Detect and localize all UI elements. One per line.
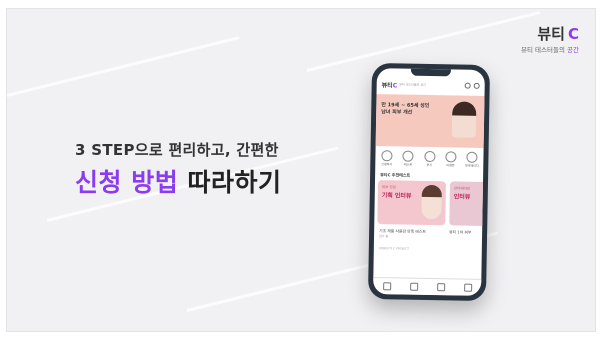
app-logo: 뷰티C — [381, 81, 398, 89]
brand-logo-c: C — [567, 25, 579, 43]
recommend-card-2[interactable]: 안티에이징 인터뷰 — [449, 181, 485, 227]
recommend-card-1[interactable]: 피부 진정 기획 인터뷰 — [377, 180, 447, 226]
step-4[interactable]: 이벤트 — [442, 151, 459, 167]
step-5[interactable]: 마이페이지 — [463, 151, 480, 168]
profile-icon[interactable] — [463, 283, 472, 292]
headline-line1: 3 STEP으로 편리하고, 간편한 — [75, 141, 279, 159]
ticker-text: VOBEUTI C PROJECT — [378, 246, 410, 251]
brand-tagline-accent: 공간 — [567, 46, 579, 54]
recommend-cards: 피부 진정 기획 인터뷰 안티에이징 인터뷰 — [377, 180, 485, 227]
section-title: 뷰티C 추천테스트 — [380, 172, 411, 178]
menu-icon[interactable] — [473, 82, 480, 89]
step-1[interactable]: 신청하기 — [378, 150, 395, 166]
brand-logo: 뷰티 C 뷰티 테스터들의 공간 — [521, 25, 579, 54]
home-icon[interactable] — [382, 282, 391, 291]
headline-rest: 따라하기 — [187, 168, 282, 197]
brand-logo-text: 뷰티 — [537, 25, 565, 43]
promo-slide: 뷰티 C 뷰티 테스터들의 공간 3 STEP으로 편리하고, 간편한 신청 방법… — [6, 8, 596, 332]
headline-line2: 신청 방법 따라하기 — [75, 163, 281, 199]
brand-tagline: 뷰티 테스터들의 — [521, 46, 565, 54]
banner-model-image — [451, 101, 477, 138]
phone-notch — [410, 68, 451, 77]
phone-screen: 뷰티C 뷰티 테스터들의 공간 만 19세 ~ 65세 성인남녀 피부 개선 신… — [373, 68, 485, 296]
app-topbar: 뷰티C 뷰티 테스터들의 공간 — [377, 76, 485, 94]
headline-accent: 신청 방법 — [75, 168, 179, 197]
step-2[interactable]: 테스트 — [400, 150, 417, 167]
app-banner[interactable]: 만 19세 ~ 65세 성인남녀 피부 개선 — [375, 94, 485, 148]
app-tagline: 뷰티 테스터들의 공간 — [399, 82, 426, 87]
banner-text: 만 19세 ~ 65세 성인남녀 피부 개선 — [381, 102, 430, 116]
app-steps: 신청하기 테스트 후기 이벤트 마이페이지 — [378, 150, 480, 168]
app-tabbar — [373, 277, 482, 296]
search-tab-icon[interactable] — [409, 282, 418, 291]
card2-caption: 뷰티 1차 피부 — [449, 229, 472, 235]
step-3[interactable]: 후기 — [421, 150, 438, 167]
card-status: 접수 중 — [379, 234, 389, 239]
phone-mockup: 뷰티C 뷰티 테스터들의 공간 만 19세 ~ 65세 성인남녀 피부 개선 신… — [367, 62, 491, 302]
list-icon[interactable] — [436, 283, 445, 292]
search-icon[interactable] — [464, 82, 471, 89]
